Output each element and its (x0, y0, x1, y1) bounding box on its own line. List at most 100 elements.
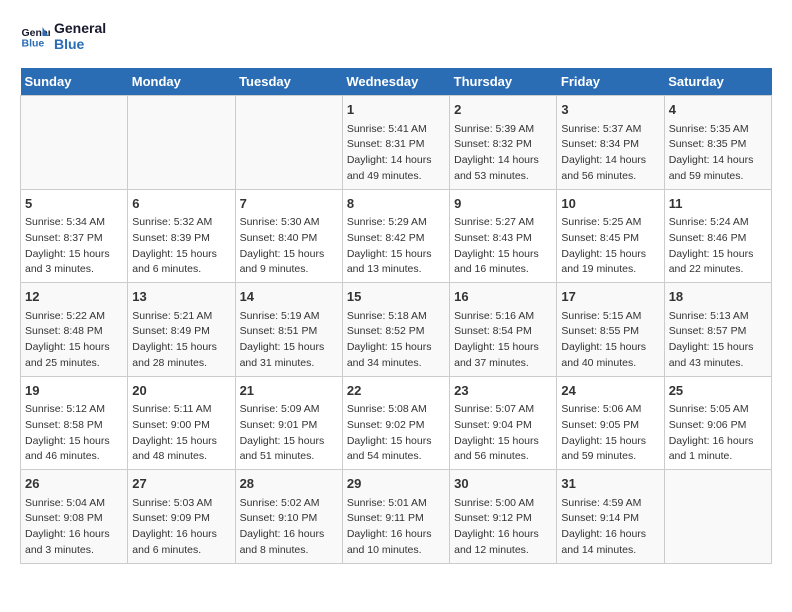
day-number: 10 (561, 194, 659, 214)
calendar-cell: 18Sunrise: 5:13 AMSunset: 8:57 PMDayligh… (664, 283, 771, 377)
calendar-header-row: SundayMondayTuesdayWednesdayThursdayFrid… (21, 68, 772, 96)
day-number: 14 (240, 287, 338, 307)
day-number: 7 (240, 194, 338, 214)
day-info: Sunrise: 5:39 AMSunset: 8:32 PMDaylight:… (454, 122, 552, 185)
svg-text:Blue: Blue (22, 38, 45, 50)
day-info: Sunrise: 5:01 AMSunset: 9:11 PMDaylight:… (347, 496, 445, 559)
logo: General Blue General Blue (20, 20, 106, 52)
day-number: 5 (25, 194, 123, 214)
weekday-header: Tuesday (235, 68, 342, 96)
day-info: Sunrise: 5:07 AMSunset: 9:04 PMDaylight:… (454, 402, 552, 465)
calendar-cell: 13Sunrise: 5:21 AMSunset: 8:49 PMDayligh… (128, 283, 235, 377)
calendar-cell: 23Sunrise: 5:07 AMSunset: 9:04 PMDayligh… (450, 376, 557, 470)
day-number: 25 (669, 381, 767, 401)
weekday-header: Sunday (21, 68, 128, 96)
weekday-header: Saturday (664, 68, 771, 96)
calendar-cell: 5Sunrise: 5:34 AMSunset: 8:37 PMDaylight… (21, 189, 128, 283)
day-number: 24 (561, 381, 659, 401)
day-info: Sunrise: 5:22 AMSunset: 8:48 PMDaylight:… (25, 309, 123, 372)
day-number: 8 (347, 194, 445, 214)
calendar-cell: 27Sunrise: 5:03 AMSunset: 9:09 PMDayligh… (128, 470, 235, 564)
day-info: Sunrise: 4:59 AMSunset: 9:14 PMDaylight:… (561, 496, 659, 559)
day-number: 17 (561, 287, 659, 307)
day-info: Sunrise: 5:18 AMSunset: 8:52 PMDaylight:… (347, 309, 445, 372)
day-number: 3 (561, 100, 659, 120)
day-info: Sunrise: 5:32 AMSunset: 8:39 PMDaylight:… (132, 215, 230, 278)
day-info: Sunrise: 5:05 AMSunset: 9:06 PMDaylight:… (669, 402, 767, 465)
day-info: Sunrise: 5:03 AMSunset: 9:09 PMDaylight:… (132, 496, 230, 559)
calendar-cell: 22Sunrise: 5:08 AMSunset: 9:02 PMDayligh… (342, 376, 449, 470)
weekday-header: Thursday (450, 68, 557, 96)
day-info: Sunrise: 5:25 AMSunset: 8:45 PMDaylight:… (561, 215, 659, 278)
calendar-week-row: 19Sunrise: 5:12 AMSunset: 8:58 PMDayligh… (21, 376, 772, 470)
calendar-cell: 15Sunrise: 5:18 AMSunset: 8:52 PMDayligh… (342, 283, 449, 377)
calendar-cell: 29Sunrise: 5:01 AMSunset: 9:11 PMDayligh… (342, 470, 449, 564)
day-number: 1 (347, 100, 445, 120)
day-info: Sunrise: 5:15 AMSunset: 8:55 PMDaylight:… (561, 309, 659, 372)
weekday-header: Friday (557, 68, 664, 96)
calendar-week-row: 26Sunrise: 5:04 AMSunset: 9:08 PMDayligh… (21, 470, 772, 564)
calendar-cell: 25Sunrise: 5:05 AMSunset: 9:06 PMDayligh… (664, 376, 771, 470)
calendar-week-row: 5Sunrise: 5:34 AMSunset: 8:37 PMDaylight… (21, 189, 772, 283)
calendar-cell: 4Sunrise: 5:35 AMSunset: 8:35 PMDaylight… (664, 96, 771, 190)
weekday-header: Wednesday (342, 68, 449, 96)
calendar-cell: 20Sunrise: 5:11 AMSunset: 9:00 PMDayligh… (128, 376, 235, 470)
calendar-cell: 6Sunrise: 5:32 AMSunset: 8:39 PMDaylight… (128, 189, 235, 283)
calendar-cell: 19Sunrise: 5:12 AMSunset: 8:58 PMDayligh… (21, 376, 128, 470)
calendar-cell: 11Sunrise: 5:24 AMSunset: 8:46 PMDayligh… (664, 189, 771, 283)
day-number: 11 (669, 194, 767, 214)
day-info: Sunrise: 5:35 AMSunset: 8:35 PMDaylight:… (669, 122, 767, 185)
day-number: 27 (132, 474, 230, 494)
day-number: 30 (454, 474, 552, 494)
day-number: 4 (669, 100, 767, 120)
day-number: 21 (240, 381, 338, 401)
calendar-cell: 3Sunrise: 5:37 AMSunset: 8:34 PMDaylight… (557, 96, 664, 190)
calendar-cell: 9Sunrise: 5:27 AMSunset: 8:43 PMDaylight… (450, 189, 557, 283)
calendar-cell: 10Sunrise: 5:25 AMSunset: 8:45 PMDayligh… (557, 189, 664, 283)
calendar-cell: 17Sunrise: 5:15 AMSunset: 8:55 PMDayligh… (557, 283, 664, 377)
day-info: Sunrise: 5:02 AMSunset: 9:10 PMDaylight:… (240, 496, 338, 559)
day-number: 31 (561, 474, 659, 494)
calendar-cell: 16Sunrise: 5:16 AMSunset: 8:54 PMDayligh… (450, 283, 557, 377)
day-info: Sunrise: 5:27 AMSunset: 8:43 PMDaylight:… (454, 215, 552, 278)
day-number: 13 (132, 287, 230, 307)
day-info: Sunrise: 5:08 AMSunset: 9:02 PMDaylight:… (347, 402, 445, 465)
day-number: 26 (25, 474, 123, 494)
calendar-week-row: 1Sunrise: 5:41 AMSunset: 8:31 PMDaylight… (21, 96, 772, 190)
day-info: Sunrise: 5:24 AMSunset: 8:46 PMDaylight:… (669, 215, 767, 278)
calendar-cell: 21Sunrise: 5:09 AMSunset: 9:01 PMDayligh… (235, 376, 342, 470)
day-info: Sunrise: 5:12 AMSunset: 8:58 PMDaylight:… (25, 402, 123, 465)
day-number: 19 (25, 381, 123, 401)
day-number: 15 (347, 287, 445, 307)
day-number: 20 (132, 381, 230, 401)
day-info: Sunrise: 5:00 AMSunset: 9:12 PMDaylight:… (454, 496, 552, 559)
day-info: Sunrise: 5:13 AMSunset: 8:57 PMDaylight:… (669, 309, 767, 372)
day-number: 23 (454, 381, 552, 401)
calendar-cell: 8Sunrise: 5:29 AMSunset: 8:42 PMDaylight… (342, 189, 449, 283)
calendar-cell: 26Sunrise: 5:04 AMSunset: 9:08 PMDayligh… (21, 470, 128, 564)
day-number: 9 (454, 194, 552, 214)
logo-blue: Blue (54, 36, 106, 52)
calendar-cell (235, 96, 342, 190)
calendar-cell: 14Sunrise: 5:19 AMSunset: 8:51 PMDayligh… (235, 283, 342, 377)
day-number: 28 (240, 474, 338, 494)
day-info: Sunrise: 5:37 AMSunset: 8:34 PMDaylight:… (561, 122, 659, 185)
calendar-cell: 24Sunrise: 5:06 AMSunset: 9:05 PMDayligh… (557, 376, 664, 470)
calendar-cell: 30Sunrise: 5:00 AMSunset: 9:12 PMDayligh… (450, 470, 557, 564)
day-info: Sunrise: 5:06 AMSunset: 9:05 PMDaylight:… (561, 402, 659, 465)
calendar-cell: 7Sunrise: 5:30 AMSunset: 8:40 PMDaylight… (235, 189, 342, 283)
day-number: 2 (454, 100, 552, 120)
calendar-cell: 12Sunrise: 5:22 AMSunset: 8:48 PMDayligh… (21, 283, 128, 377)
day-number: 16 (454, 287, 552, 307)
day-number: 18 (669, 287, 767, 307)
calendar-cell (664, 470, 771, 564)
logo-general: General (54, 20, 106, 36)
day-info: Sunrise: 5:29 AMSunset: 8:42 PMDaylight:… (347, 215, 445, 278)
day-number: 29 (347, 474, 445, 494)
day-info: Sunrise: 5:09 AMSunset: 9:01 PMDaylight:… (240, 402, 338, 465)
day-info: Sunrise: 5:19 AMSunset: 8:51 PMDaylight:… (240, 309, 338, 372)
day-info: Sunrise: 5:34 AMSunset: 8:37 PMDaylight:… (25, 215, 123, 278)
day-info: Sunrise: 5:11 AMSunset: 9:00 PMDaylight:… (132, 402, 230, 465)
day-number: 12 (25, 287, 123, 307)
day-info: Sunrise: 5:41 AMSunset: 8:31 PMDaylight:… (347, 122, 445, 185)
